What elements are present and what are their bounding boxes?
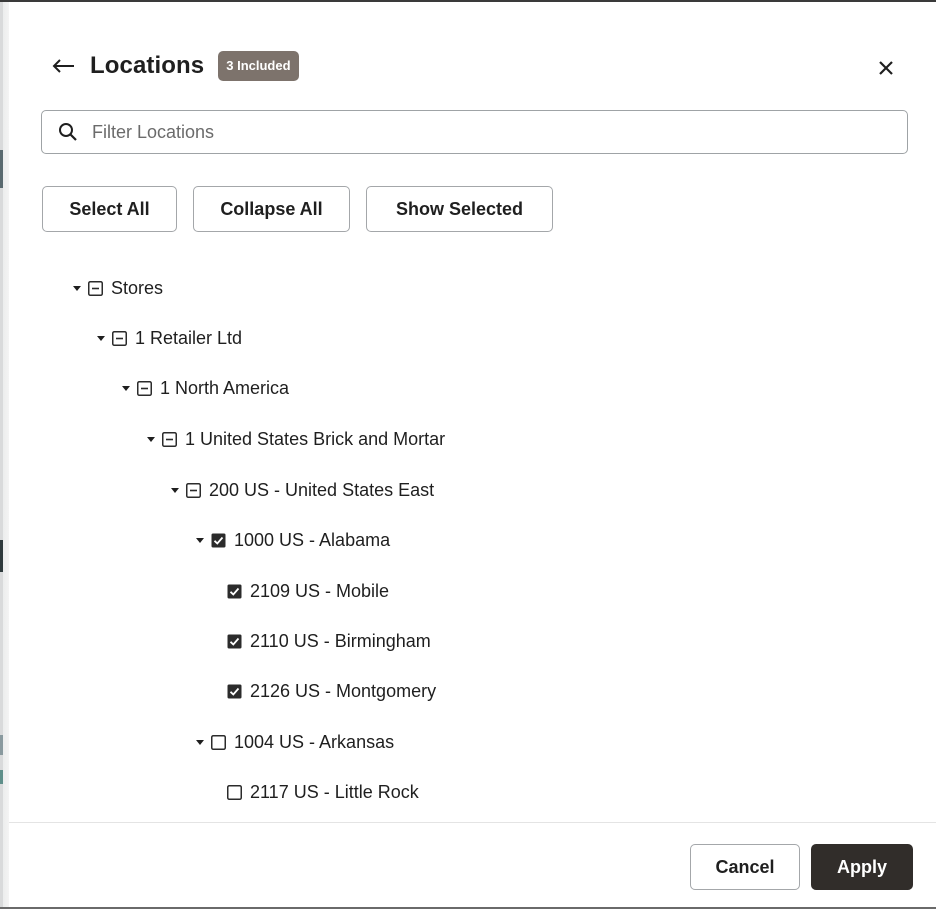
- search-input[interactable]: [92, 121, 852, 143]
- apply-button[interactable]: Apply: [811, 844, 913, 890]
- tree-node-label: 1 Retailer Ltd: [135, 327, 243, 348]
- search-icon: [58, 121, 80, 143]
- tree-node[interactable]: 1000 US - Alabama: [195, 527, 390, 553]
- tree-node-label: 1 North America: [160, 377, 290, 398]
- tree-node-label: 2126 US - Montgomery: [250, 680, 437, 701]
- tree-node-label: 1 United States Brick and Mortar: [185, 428, 446, 449]
- tree-node-label: 2117 US - Little Rock: [250, 781, 419, 802]
- footer-divider: [9, 822, 936, 823]
- edge-mark: [0, 540, 3, 572]
- checkbox-unchecked[interactable]: [227, 784, 242, 800]
- expand-caret-icon[interactable]: [121, 383, 131, 393]
- tree-node[interactable]: 200 US - United States East: [170, 477, 434, 503]
- tree-node-label: 1000 US - Alabama: [234, 529, 391, 550]
- tree-node-label: 200 US - United States East: [209, 479, 435, 500]
- edge-mark: [0, 735, 3, 755]
- checkbox-checked[interactable]: [211, 533, 226, 548]
- checkbox-checked[interactable]: [227, 584, 242, 599]
- page-title: Locations: [90, 52, 205, 79]
- tree-node-label: 1004 US - Arkansas: [234, 731, 395, 752]
- back-arrow-icon[interactable]: [52, 56, 78, 76]
- expand-caret-icon[interactable]: [96, 333, 106, 343]
- edge-mark: [0, 150, 3, 188]
- tree-leaf[interactable]: 2117 US - Little Rock: [227, 779, 419, 805]
- included-count-badge: 3 Included: [218, 51, 299, 81]
- tree-node[interactable]: 1004 US - Arkansas: [195, 729, 394, 755]
- expand-caret-icon[interactable]: [170, 485, 180, 495]
- expand-caret-icon[interactable]: [195, 535, 205, 545]
- search-field: [41, 110, 908, 154]
- checkbox-partial[interactable]: [186, 482, 201, 498]
- collapse-all-button[interactable]: Collapse All: [193, 186, 350, 232]
- close-icon[interactable]: [874, 56, 898, 80]
- checkbox-partial[interactable]: [112, 330, 127, 346]
- tree-node-label: Stores: [111, 277, 164, 298]
- checkbox-partial[interactable]: [88, 280, 103, 296]
- expand-caret-icon[interactable]: [72, 283, 82, 293]
- tree-node[interactable]: 1 Retailer Ltd: [96, 325, 242, 351]
- tree-node-label: 2109 US - Mobile: [250, 580, 390, 601]
- checkbox-checked[interactable]: [227, 684, 242, 699]
- show-selected-button[interactable]: Show Selected: [366, 186, 553, 232]
- panel-top-border: [0, 0, 936, 2]
- tree-leaf[interactable]: 2126 US - Montgomery: [227, 678, 436, 704]
- tree-leaf[interactable]: 2110 US - Birmingham: [227, 628, 431, 654]
- tree-leaf[interactable]: 2109 US - Mobile: [227, 578, 389, 604]
- tree-node[interactable]: 1 North America: [121, 375, 289, 401]
- tree-node-label: 2110 US - Birmingham: [250, 630, 431, 651]
- expand-caret-icon[interactable]: [195, 737, 205, 747]
- select-all-button[interactable]: Select All: [42, 186, 177, 232]
- tree-node[interactable]: Stores: [72, 275, 163, 301]
- tree-node[interactable]: 1 United States Brick and Mortar: [146, 426, 445, 452]
- checkbox-checked[interactable]: [227, 634, 242, 649]
- edge-mark: [0, 770, 3, 784]
- expand-caret-icon[interactable]: [146, 434, 156, 444]
- checkbox-partial[interactable]: [137, 380, 152, 396]
- checkbox-unchecked[interactable]: [211, 734, 226, 750]
- checkbox-partial[interactable]: [162, 431, 177, 447]
- panel-header: Locations 3 Included: [52, 46, 299, 86]
- cancel-button[interactable]: Cancel: [690, 844, 800, 890]
- left-edge-strip: [0, 0, 9, 909]
